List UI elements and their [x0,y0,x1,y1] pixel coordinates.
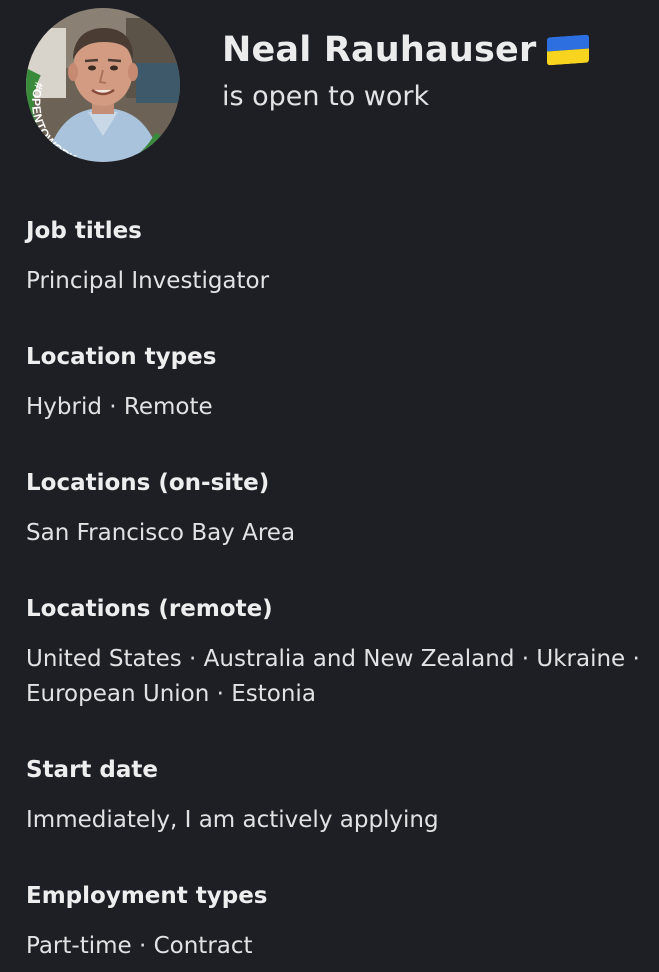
section-employment-types: Employment types Part-time · Contract [26,881,646,964]
profile-header: #OPENTOWORK Neal Rauhauser is open to wo… [0,0,659,170]
name-row: Neal Rauhauser [222,28,590,72]
section-job-titles: Job titles Principal Investigator [26,216,646,299]
section-label: Locations (on-site) [26,470,270,496]
section-location-types: Location types Hybrid · Remote [26,342,646,425]
section-locations-remote: Locations (remote) United States · Austr… [26,594,646,712]
section-label: Job titles [26,218,142,244]
section-label: Start date [26,757,159,783]
avatar[interactable]: #OPENTOWORK [26,8,180,162]
section-label: Employment types [26,883,268,909]
open-to-work-status: is open to work [222,81,430,112]
section-label: Location types [26,344,217,370]
section-start-date: Start date Immediately, I am actively ap… [26,755,646,838]
section-value: Part-time · Contract [26,933,253,959]
section-value: Principal Investigator [26,268,270,294]
section-locations-onsite: Locations (on-site) San Francisco Bay Ar… [26,468,646,551]
section-label: Locations (remote) [26,596,273,622]
section-value: Hybrid · Remote [26,394,213,420]
section-value: San Francisco Bay Area [26,520,296,546]
profile-name[interactable]: Neal Rauhauser [222,28,536,72]
ukraine-flag-icon [547,34,590,66]
profile-photo: #OPENTOWORK [26,8,180,162]
section-value: United States · Australia and New Zealan… [26,646,640,707]
section-value: Immediately, I am actively applying [26,807,439,833]
